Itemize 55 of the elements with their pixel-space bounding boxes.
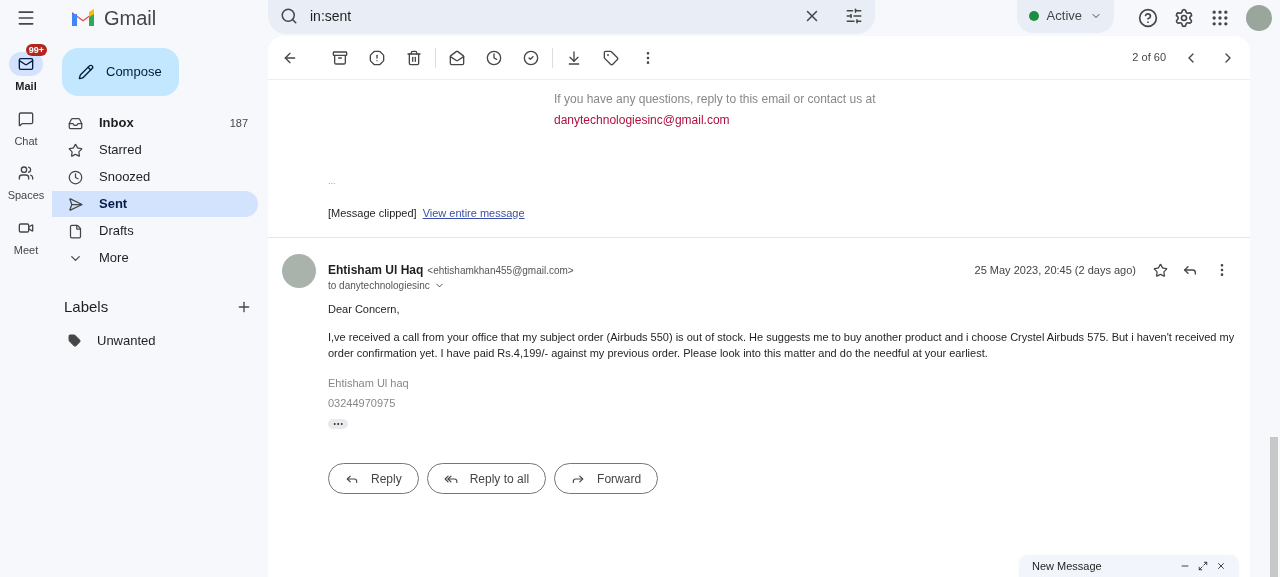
- new-message-bar[interactable]: New Message: [1020, 555, 1238, 577]
- pager-text: 2 of 60: [1132, 50, 1166, 66]
- search-input[interactable]: in:sent: [310, 5, 791, 27]
- pencil-icon: [78, 64, 94, 80]
- body-text: Dear Concern,: [328, 302, 401, 317]
- status-button[interactable]: Active: [1016, 0, 1114, 33]
- people-icon: [18, 165, 34, 181]
- rail-item[interactable]: Meet: [5, 207, 47, 258]
- view-message-link[interactable]: View entire message: [422, 204, 525, 221]
- search-icon: [280, 7, 298, 25]
- ellipsis-text: ...: [328, 175, 337, 188]
- unread-badge: 99+: [25, 44, 47, 56]
- tag-icon: [68, 334, 81, 347]
- gmail-logo-icon: [70, 8, 96, 28]
- sender-email: <ehtishamkhan455@gmail.com>: [427, 263, 574, 278]
- folder-item[interactable]: Starred: [52, 137, 258, 163]
- message-date: 25 May 2023, 20:45 (2 days ago): [974, 262, 1136, 278]
- clipped-text: [Message clipped]: [328, 205, 417, 221]
- show-trimmed-button[interactable]: [328, 419, 348, 429]
- mail-icon: [18, 56, 34, 72]
- contact-email: danytechnologiesinc@gmail.com: [554, 112, 731, 129]
- document-icon: [68, 223, 83, 239]
- folder-item[interactable]: Snoozed: [52, 164, 258, 190]
- body-text: I,ve received a call from your office that my subject order (Airbuds 550) is out of stock. He suggests me to buy another product and i choose Crystel Airbuds 575. But i haven't received my order confirmation yet. I have paid Rs.4,199/- against my previous order. Please look into this matter and do the needful at your earliest.: [328, 330, 1236, 361]
- search-field[interactable]: in:sent: [268, 0, 875, 34]
- send-icon: [68, 196, 83, 212]
- filter-icon[interactable]: [845, 7, 863, 25]
- label-item[interactable]: Unwanted: [52, 328, 258, 353]
- signature-text: Ehtisham Ul haq: [328, 376, 410, 391]
- sender-avatar: [282, 254, 316, 288]
- labels-heading: Labels: [64, 297, 109, 317]
- rail-item[interactable]: Spaces: [3, 153, 49, 204]
- contact-text: If you have any questions, reply to this email or contact us at: [554, 91, 877, 108]
- scrollbar-thumb[interactable]: [1270, 437, 1278, 577]
- folder-item[interactable]: Inbox 187: [52, 110, 258, 136]
- inbox-tray-icon: [68, 115, 83, 131]
- expand-icon[interactable]: [1198, 561, 1208, 571]
- rail-item[interactable]: Chat: [5, 98, 47, 149]
- folder-item[interactable]: More: [52, 245, 258, 271]
- settings-icon[interactable]: [1174, 8, 1194, 28]
- folder-item[interactable]: Sent: [52, 191, 258, 217]
- menu-icon[interactable]: [16, 8, 36, 28]
- clock-icon: [68, 169, 83, 185]
- star-icon: [68, 142, 83, 158]
- chat-icon: [18, 110, 34, 127]
- app-title: Gmail: [104, 6, 157, 31]
- compose-button[interactable]: Compose: [62, 48, 179, 96]
- close-icon[interactable]: [1216, 561, 1226, 571]
- help-icon[interactable]: [1138, 8, 1158, 28]
- apps-grid-icon[interactable]: [1210, 8, 1230, 28]
- folder-item[interactable]: Drafts: [52, 218, 258, 244]
- rail-item[interactable]: 99+ Mail: [5, 44, 47, 95]
- sender-name: Ehtisham Ul Haq: [328, 262, 424, 279]
- signature-text: 03244970975: [328, 395, 397, 411]
- recipient-text: to danytechnologiesinc: [328, 279, 430, 293]
